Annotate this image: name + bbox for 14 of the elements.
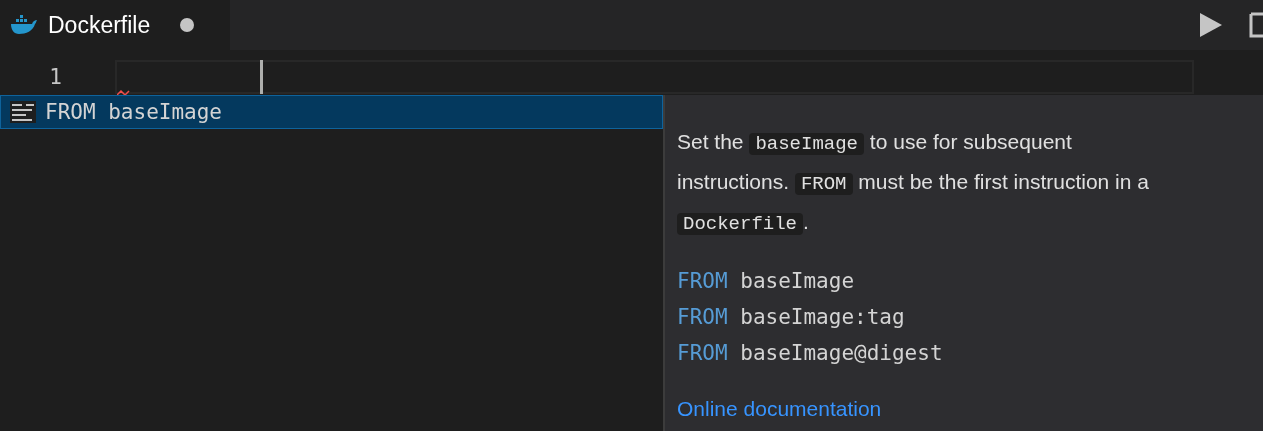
whale-icon (10, 15, 38, 35)
run-icon[interactable] (1199, 12, 1223, 38)
split-editor-icon[interactable] (1249, 12, 1263, 38)
suggestion-item[interactable]: FROM baseImage (1, 96, 662, 128)
code-example: FROM baseImage (677, 268, 856, 295)
code-example: FROM baseImage:tag (677, 304, 906, 331)
code-example: FROM baseImage@digest (677, 340, 944, 367)
snippet-icon (9, 100, 37, 124)
description-text: Set the baseImage to use for subsequent instructions. FROM must be the first instruction in a Dockerfile . (677, 129, 1150, 237)
text-cursor (260, 60, 263, 94)
line-number: 1 (48, 65, 62, 89)
documentation-link[interactable]: Online documentation (677, 397, 882, 421)
tab-title: Dockerfile (48, 11, 151, 39)
editor-tab[interactable]: Dockerfile (0, 0, 230, 50)
